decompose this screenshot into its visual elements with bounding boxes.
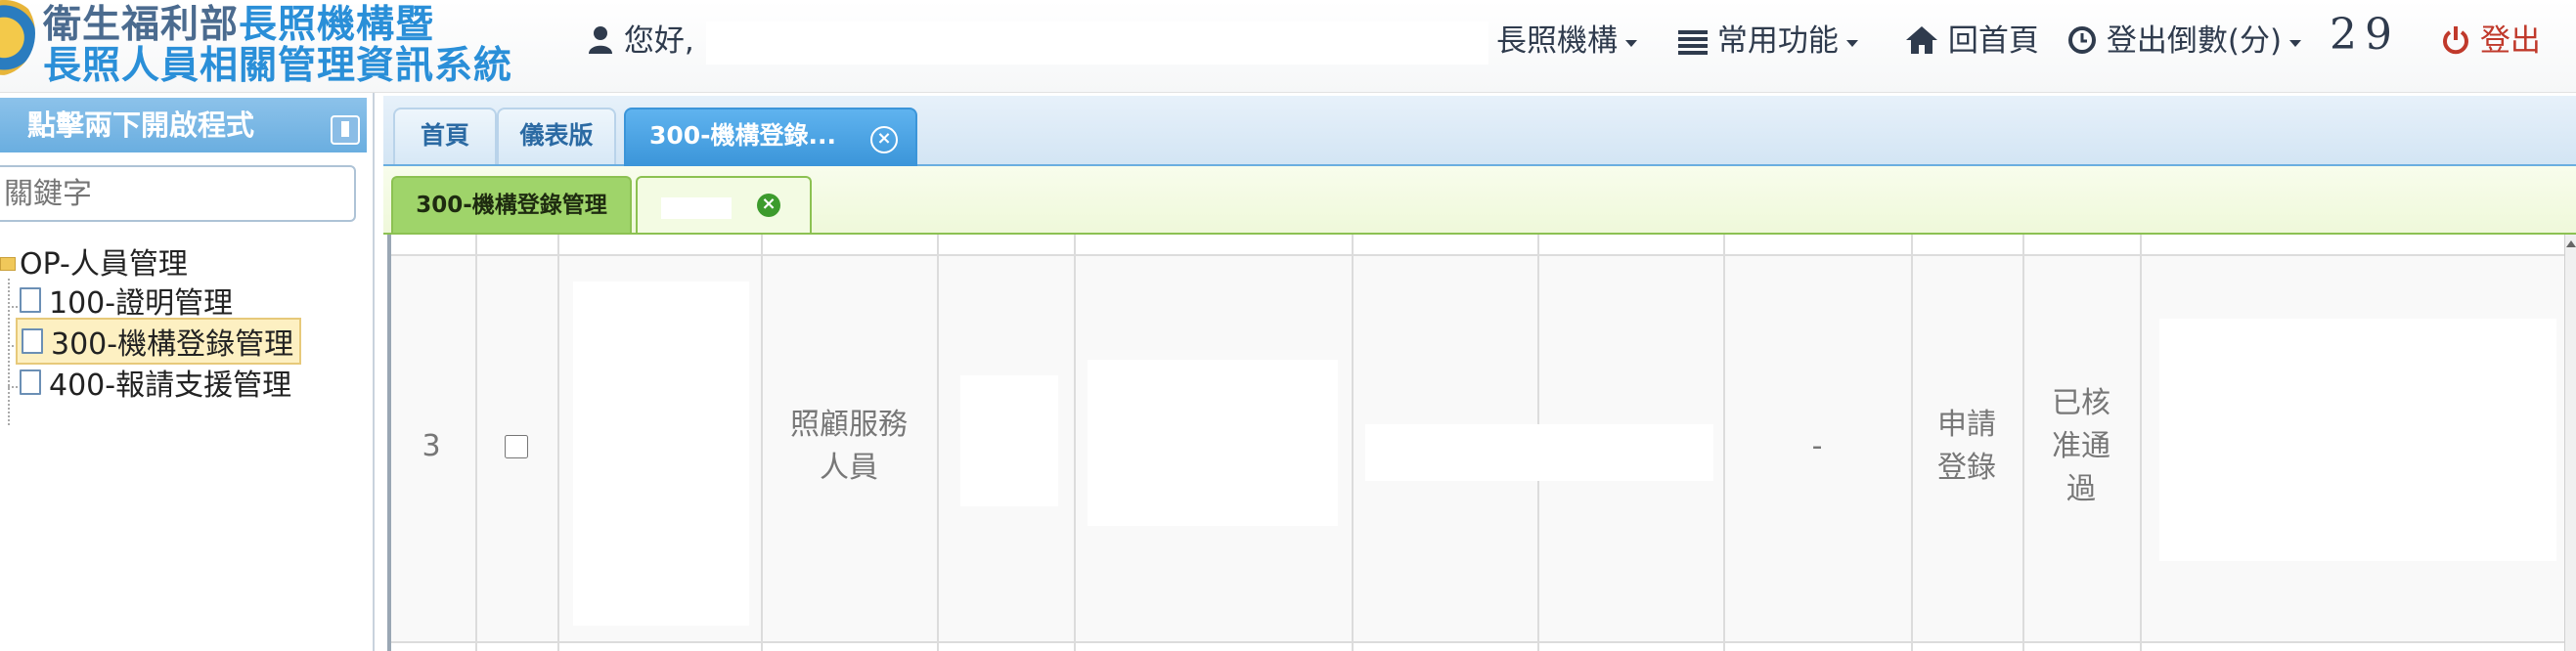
redacted-tab-label (661, 197, 732, 219)
role-text: 照顧服務人員 (790, 408, 908, 485)
column-divider (937, 235, 939, 651)
nav-common-menu[interactable]: 常用功能 (1678, 16, 1858, 60)
role-cell: 照顧服務人員 (761, 254, 937, 639)
row-number-cell: 3 (422, 429, 441, 463)
redacted-cell (960, 375, 1058, 506)
home-icon (1906, 26, 1937, 54)
close-icon[interactable]: × (870, 126, 898, 153)
sub-tab-bar: 300-機構登錄管理 × (383, 166, 2576, 235)
clock-icon (2068, 26, 2096, 54)
subtab-detail[interactable]: × (636, 176, 812, 233)
power-icon (2443, 26, 2468, 55)
caret-down-icon (1625, 40, 1637, 47)
application-type-text: 申請登錄 (1937, 408, 1996, 485)
user-greeting: 您好, (587, 16, 694, 60)
document-icon (20, 369, 41, 395)
document-icon (22, 328, 43, 354)
vertical-scrollbar[interactable] (2564, 235, 2576, 651)
list-icon (1678, 30, 1708, 55)
redacted-username (706, 22, 1488, 65)
app-header: 衛生福利部長照機構暨 長照人員相關管理資訊系統 您好, 長照機構 常用功能 回首… (0, 0, 2576, 93)
tab-org-registration[interactable]: 300-機構登錄... × (624, 108, 917, 166)
document-icon (20, 287, 41, 313)
row-select-checkbox[interactable] (505, 435, 528, 458)
redacted-cell (1088, 360, 1338, 526)
caret-down-icon (2289, 40, 2302, 47)
pin-icon[interactable] (331, 115, 360, 145)
tree-item-label: 100-證明管理 (49, 286, 234, 321)
nav-org-menu[interactable]: 長照機構 (1496, 16, 1637, 60)
redacted-cell (1365, 424, 1713, 481)
data-grid: 3 照顧服務人員 - 申請登錄 已核准通過 (387, 235, 2564, 651)
tree-item-label: 300-機構登錄管理 (51, 327, 294, 362)
application-type-cell: 申請登錄 (1911, 254, 2022, 639)
close-icon[interactable]: × (757, 194, 780, 217)
tree-item-certificate[interactable]: 100-證明管理 (20, 279, 233, 322)
tab-home[interactable]: 首頁 (393, 108, 497, 164)
tab-dashboard[interactable]: 儀表版 (497, 108, 616, 164)
logout-button[interactable]: 登出 (2441, 16, 2541, 60)
nav-home-link[interactable]: 回首頁 (1905, 16, 2039, 60)
greeting-text: 您好, (623, 23, 694, 59)
app-title-line2: 長照人員相關管理資訊系統 (43, 44, 513, 88)
nav-common-label: 常用功能 (1716, 23, 1839, 59)
tree-item-org-registration[interactable]: 300-機構登錄管理 (16, 318, 302, 365)
main-tab-bar: 首頁 儀表版 300-機構登錄... × (383, 96, 2576, 166)
tab-label: 300-機構登錄... (649, 121, 837, 150)
scroll-up-icon[interactable] (2566, 240, 2576, 247)
column-divider (557, 235, 559, 651)
caret-down-icon (1845, 40, 1858, 47)
logout-timer-menu[interactable]: 登出倒數(分) (2067, 16, 2302, 60)
redacted-cell (573, 282, 749, 626)
status-text: 已核准通過 (2052, 386, 2110, 506)
logout-timer-label: 登出倒數(分) (2106, 23, 2283, 59)
countdown-value: 29 (2330, 10, 2400, 60)
status-cell: 已核准通過 (2022, 254, 2140, 639)
ministry-emblem-logo (0, 0, 35, 76)
sidebar-header: 點擊兩下開啟程式 (0, 98, 367, 152)
user-icon (589, 26, 612, 54)
nav-org-label: 長照機構 (1496, 23, 1618, 59)
logout-label: 登出 (2479, 23, 2541, 59)
empty-value-cell: - (1811, 429, 1823, 463)
subtab-org-registration[interactable]: 300-機構登錄管理 (391, 176, 632, 233)
row-select-cell (475, 254, 557, 639)
column-divider (1074, 235, 1076, 651)
tree-connector (8, 279, 10, 425)
tree-root-op-personnel[interactable]: OP-人員管理 (0, 239, 188, 282)
folder-icon (0, 257, 16, 271)
tree-item-label: 400-報請支援管理 (49, 369, 292, 403)
sidebar-title: 點擊兩下開啟程式 (27, 108, 255, 142)
column-divider (1352, 235, 1354, 651)
sidebar: 點擊兩下開啟程式 OP-人員管理 100-證明管理 300-機構登錄管理 400… (0, 93, 375, 651)
sidebar-search-input[interactable] (0, 165, 356, 222)
tree-root-label: OP-人員管理 (20, 247, 188, 282)
tree-item-support-report[interactable]: 400-報請支援管理 (20, 361, 291, 404)
redacted-cell (2159, 319, 2556, 561)
column-divider (2140, 235, 2142, 651)
nav-home-label: 回首頁 (1947, 23, 2039, 59)
